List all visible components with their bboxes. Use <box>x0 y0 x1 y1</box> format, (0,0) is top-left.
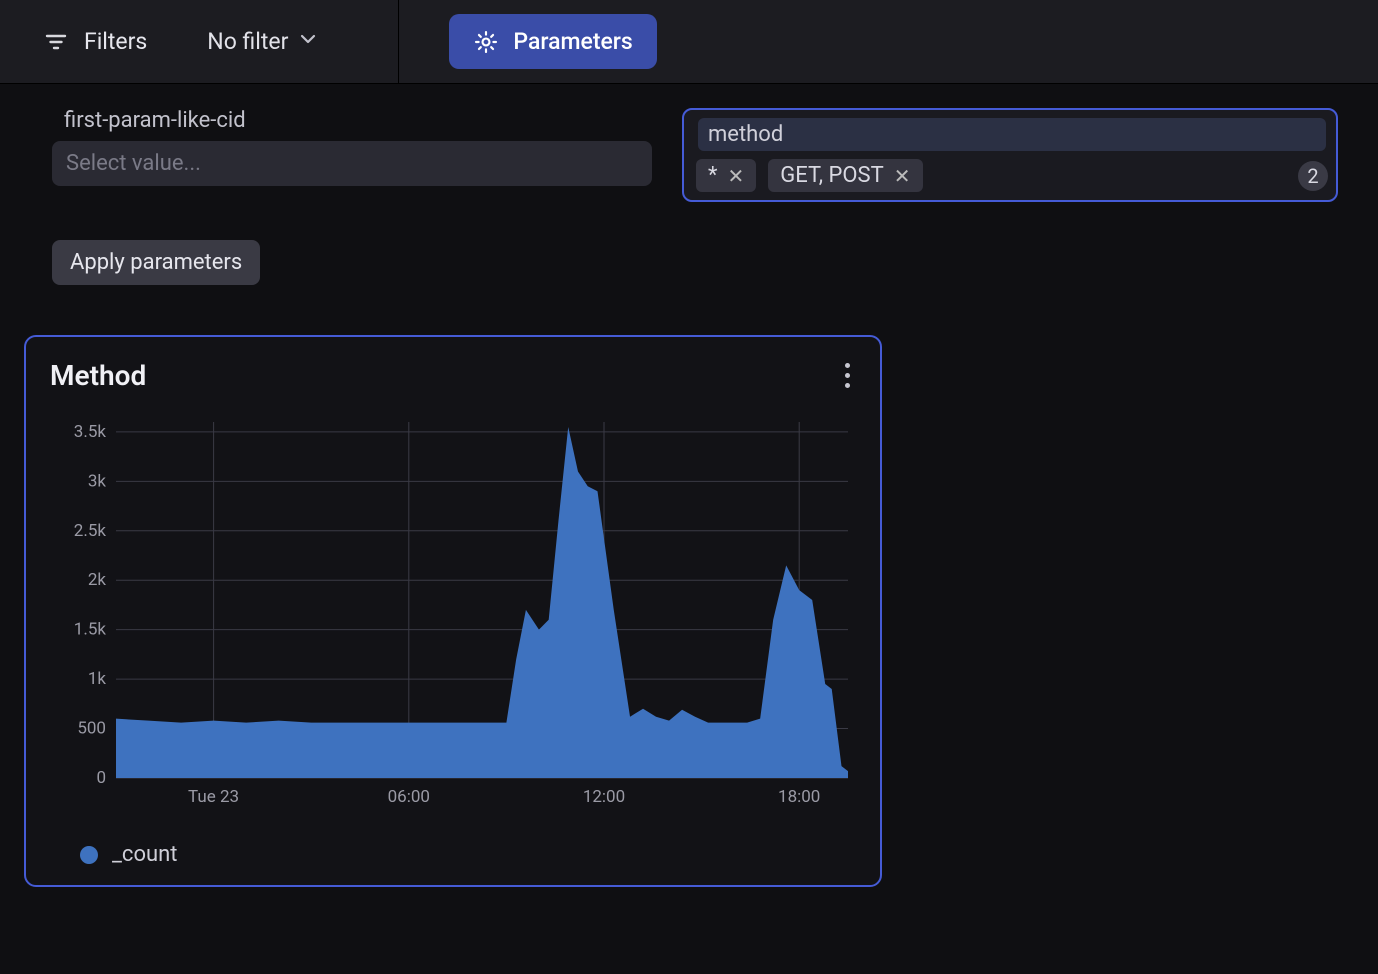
svg-text:1k: 1k <box>88 669 107 689</box>
svg-text:3.5k: 3.5k <box>74 422 107 442</box>
apply-parameters-button[interactable]: Apply parameters <box>52 240 260 285</box>
param-method[interactable]: method * ✕ GET, POST ✕ 2 <box>682 108 1338 202</box>
chart-header: Method <box>50 357 856 394</box>
svg-text:2k: 2k <box>88 570 107 590</box>
svg-text:0: 0 <box>96 768 106 788</box>
toolbar-divider <box>398 0 399 84</box>
cards-area: Method 0 500 1k 1.5k 2k 2.5k 3k 3.5k Tue 23 06:00… <box>0 315 1378 907</box>
legend-label-count: _count <box>112 842 177 867</box>
no-filter-label: No filter <box>207 28 288 55</box>
close-icon[interactable]: ✕ <box>727 164 744 188</box>
chart-legend: _count <box>50 842 856 867</box>
param-first: first-param-like-cid Select value... <box>52 108 652 202</box>
parameters-panel: first-param-like-cid Select value... met… <box>0 84 1378 315</box>
method-count-badge: 2 <box>1298 161 1328 191</box>
parameters-button[interactable]: Parameters <box>449 14 656 69</box>
filter-icon <box>44 30 68 54</box>
legend-swatch-count <box>80 846 98 864</box>
param-first-select[interactable]: Select value... <box>52 141 652 186</box>
param-first-label: first-param-like-cid <box>52 108 652 133</box>
param-method-chips-row: * ✕ GET, POST ✕ 2 <box>696 159 1328 192</box>
filters-button[interactable]: Filters <box>44 28 147 55</box>
chevron-down-icon <box>298 28 318 55</box>
top-toolbar: Filters No filter Parameters <box>0 0 1378 84</box>
method-chart-card: Method 0 500 1k 1.5k 2k 2.5k 3k 3.5k Tue 23 06:00… <box>24 335 882 887</box>
more-icon[interactable] <box>839 357 856 394</box>
param-method-label: method <box>698 118 1326 151</box>
svg-text:2.5k: 2.5k <box>74 521 107 541</box>
method-chip-any[interactable]: * ✕ <box>696 159 756 192</box>
svg-text:3k: 3k <box>88 471 107 491</box>
filters-label: Filters <box>84 28 147 55</box>
svg-text:1.5k: 1.5k <box>74 620 107 640</box>
chart-title: Method <box>50 359 146 392</box>
svg-text:18:00: 18:00 <box>778 787 820 807</box>
svg-text:500: 500 <box>77 719 106 739</box>
filters-group: Filters No filter <box>44 28 318 55</box>
gear-icon <box>473 29 499 55</box>
method-chip-getpost[interactable]: GET, POST ✕ <box>768 159 922 192</box>
chart-plot[interactable]: 0 500 1k 1.5k 2k 2.5k 3k 3.5k Tue 23 06:00 12:00 18… <box>50 412 856 812</box>
chip-text: * <box>708 163 717 188</box>
svg-text:12:00: 12:00 <box>583 787 625 807</box>
no-filter-dropdown[interactable]: No filter <box>207 28 318 55</box>
svg-text:Tue 23: Tue 23 <box>188 787 239 807</box>
close-icon[interactable]: ✕ <box>894 164 911 188</box>
parameters-label: Parameters <box>513 28 632 55</box>
chip-text: GET, POST <box>780 163 883 188</box>
svg-text:06:00: 06:00 <box>388 787 430 807</box>
